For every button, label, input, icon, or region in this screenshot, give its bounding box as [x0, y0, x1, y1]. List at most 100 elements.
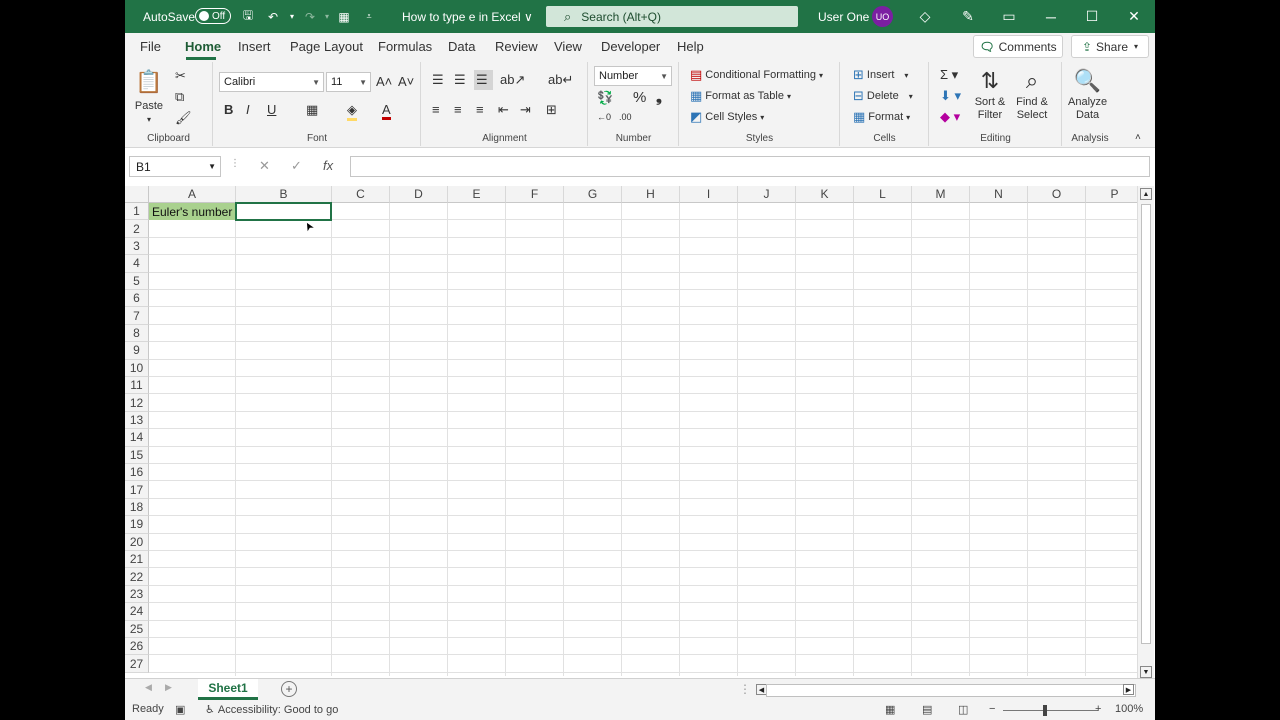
row-header-5[interactable]: 5: [125, 272, 149, 290]
row-header-24[interactable]: 24: [125, 603, 149, 621]
align-center-icon[interactable]: ≡: [454, 102, 465, 117]
tab-home[interactable]: Home: [185, 39, 221, 54]
row-header-9[interactable]: 9: [125, 342, 149, 360]
conditional-formatting-button[interactable]: ▤ Conditional Formatting ▾: [690, 67, 823, 83]
borders-icon[interactable]: ▦: [306, 102, 321, 118]
tab-view[interactable]: View: [554, 39, 582, 54]
redo-dropdown-icon[interactable]: ▾: [318, 0, 336, 33]
row-header-15[interactable]: 15: [125, 446, 149, 464]
splitter-icon[interactable]: ⋮: [739, 682, 751, 696]
row-header-14[interactable]: 14: [125, 429, 149, 447]
tab-data[interactable]: Data: [448, 39, 475, 54]
row-header-1[interactable]: 1: [125, 203, 149, 221]
align-top-icon[interactable]: ☰: [432, 72, 447, 88]
save-icon[interactable]: 🖫: [239, 0, 257, 33]
align-middle-icon[interactable]: ☰: [454, 72, 469, 88]
sheet-tab-sheet1[interactable]: Sheet1: [198, 679, 258, 700]
increase-font-icon[interactable]: A˄: [376, 74, 395, 89]
italic-button[interactable]: I: [246, 102, 250, 117]
enter-icon[interactable]: ✓: [291, 158, 302, 174]
next-sheet-icon[interactable]: ▶: [165, 682, 172, 693]
column-header-l[interactable]: L: [854, 186, 912, 203]
diamond-icon[interactable]: ◇: [905, 0, 945, 33]
orientation-icon[interactable]: ab↗: [500, 72, 528, 88]
autosave-toggle[interactable]: Off: [195, 8, 231, 24]
column-header-j[interactable]: J: [738, 186, 796, 203]
analyze-data-button[interactable]: 🔍 Analyze Data: [1068, 66, 1107, 122]
document-title[interactable]: How to type e in Excel ∨: [402, 0, 533, 33]
comma-icon[interactable]: ❟: [656, 89, 662, 106]
clear-icon[interactable]: ◆ ▾: [940, 109, 963, 125]
underline-button[interactable]: U: [267, 102, 276, 117]
tab-help[interactable]: Help: [677, 39, 704, 54]
find-select-button[interactable]: ⌕ Find & Select: [1016, 66, 1048, 122]
align-bottom-icon[interactable]: ☰: [474, 70, 493, 90]
zoom-level[interactable]: 100%: [1115, 703, 1143, 715]
row-header-27[interactable]: 27: [125, 655, 149, 673]
horizontal-scrollbar[interactable]: [766, 684, 1136, 697]
column-header-e[interactable]: E: [448, 186, 506, 203]
scroll-thumb[interactable]: [1141, 204, 1151, 644]
align-right-icon[interactable]: ≡: [476, 102, 487, 117]
wrap-text-icon[interactable]: ab↵: [548, 72, 576, 88]
avatar[interactable]: UO: [872, 6, 893, 27]
tab-file[interactable]: File: [140, 39, 161, 54]
scroll-up-icon[interactable]: ▲: [1140, 188, 1152, 200]
column-header-g[interactable]: G: [564, 186, 622, 203]
macro-record-icon[interactable]: ▣: [175, 703, 185, 716]
column-header-k[interactable]: K: [796, 186, 854, 203]
autosum-icon[interactable]: Σ ▾: [940, 67, 961, 83]
scroll-down-icon[interactable]: ▼: [1140, 666, 1152, 678]
comments-button[interactable]: 🗨 Comments: [973, 35, 1063, 58]
decrease-decimal-icon[interactable]: .00: [619, 112, 632, 122]
tab-insert[interactable]: Insert: [238, 39, 271, 54]
format-as-table-button[interactable]: ▦ Format as Table ▾: [690, 88, 791, 104]
ribbon-display-icon[interactable]: ▭: [989, 0, 1029, 33]
row-header-21[interactable]: 21: [125, 551, 149, 569]
vertical-scrollbar[interactable]: ▲ ▼: [1137, 186, 1154, 680]
row-header-16[interactable]: 16: [125, 464, 149, 482]
accounting-icon[interactable]: 💱: [597, 90, 616, 106]
add-sheet-icon[interactable]: +: [281, 681, 297, 697]
zoom-out-icon[interactable]: −: [989, 703, 995, 715]
cell-a1[interactable]: Euler's number: [149, 203, 236, 220]
row-header-22[interactable]: 22: [125, 568, 149, 586]
row-header-4[interactable]: 4: [125, 255, 149, 273]
page-layout-view-icon[interactable]: ▤: [922, 703, 932, 716]
column-header-c[interactable]: C: [332, 186, 390, 203]
row-header-18[interactable]: 18: [125, 498, 149, 517]
search-box[interactable]: ⌕ Search (Alt+Q): [546, 6, 798, 27]
format-painter-icon[interactable]: 🖌: [175, 110, 195, 126]
row-header-23[interactable]: 23: [125, 585, 149, 604]
format-cells-button[interactable]: ▦ Format ▾: [853, 109, 910, 125]
column-header-b[interactable]: B: [236, 186, 332, 203]
cell-b1-selected[interactable]: [235, 202, 332, 221]
row-header-8[interactable]: 8: [125, 324, 149, 343]
maximize-button[interactable]: ☐: [1072, 0, 1112, 33]
cancel-icon[interactable]: ✕: [259, 158, 270, 174]
cell-styles-button[interactable]: ◩ Cell Styles ▾: [690, 109, 764, 125]
sort-filter-button[interactable]: ⇅ Sort & Filter: [974, 66, 1006, 122]
column-header-o[interactable]: O: [1028, 186, 1086, 203]
row-header-26[interactable]: 26: [125, 638, 149, 656]
formula-input[interactable]: [350, 156, 1150, 177]
number-format-select[interactable]: Number ▼: [594, 66, 672, 86]
align-left-icon[interactable]: ≡: [432, 102, 443, 117]
decrease-font-icon[interactable]: A˅: [398, 74, 417, 89]
zoom-slider-thumb[interactable]: [1043, 705, 1047, 716]
share-button[interactable]: ⇪ Share ▾: [1071, 35, 1149, 58]
insert-cells-button[interactable]: ⊞ Insert ▾: [853, 67, 908, 83]
name-box[interactable]: B1 ▼: [129, 156, 221, 177]
paste-button[interactable]: 📋 Paste ▾: [133, 66, 165, 126]
column-header-a[interactable]: A: [149, 186, 236, 203]
fill-color-icon[interactable]: ◈: [347, 102, 360, 121]
copy-icon[interactable]: ⧉: [175, 89, 187, 105]
delete-cells-button[interactable]: ⊟ Delete ▾: [853, 88, 913, 104]
column-header-f[interactable]: F: [506, 186, 564, 203]
fill-icon[interactable]: ⬇ ▾: [940, 88, 964, 104]
tab-page-layout[interactable]: Page Layout: [290, 39, 363, 54]
font-color-icon[interactable]: A: [382, 102, 394, 120]
page-break-view-icon[interactable]: ◫: [958, 703, 968, 716]
scroll-right-icon[interactable]: ▶: [1123, 684, 1134, 695]
row-header-2[interactable]: 2: [125, 220, 149, 238]
